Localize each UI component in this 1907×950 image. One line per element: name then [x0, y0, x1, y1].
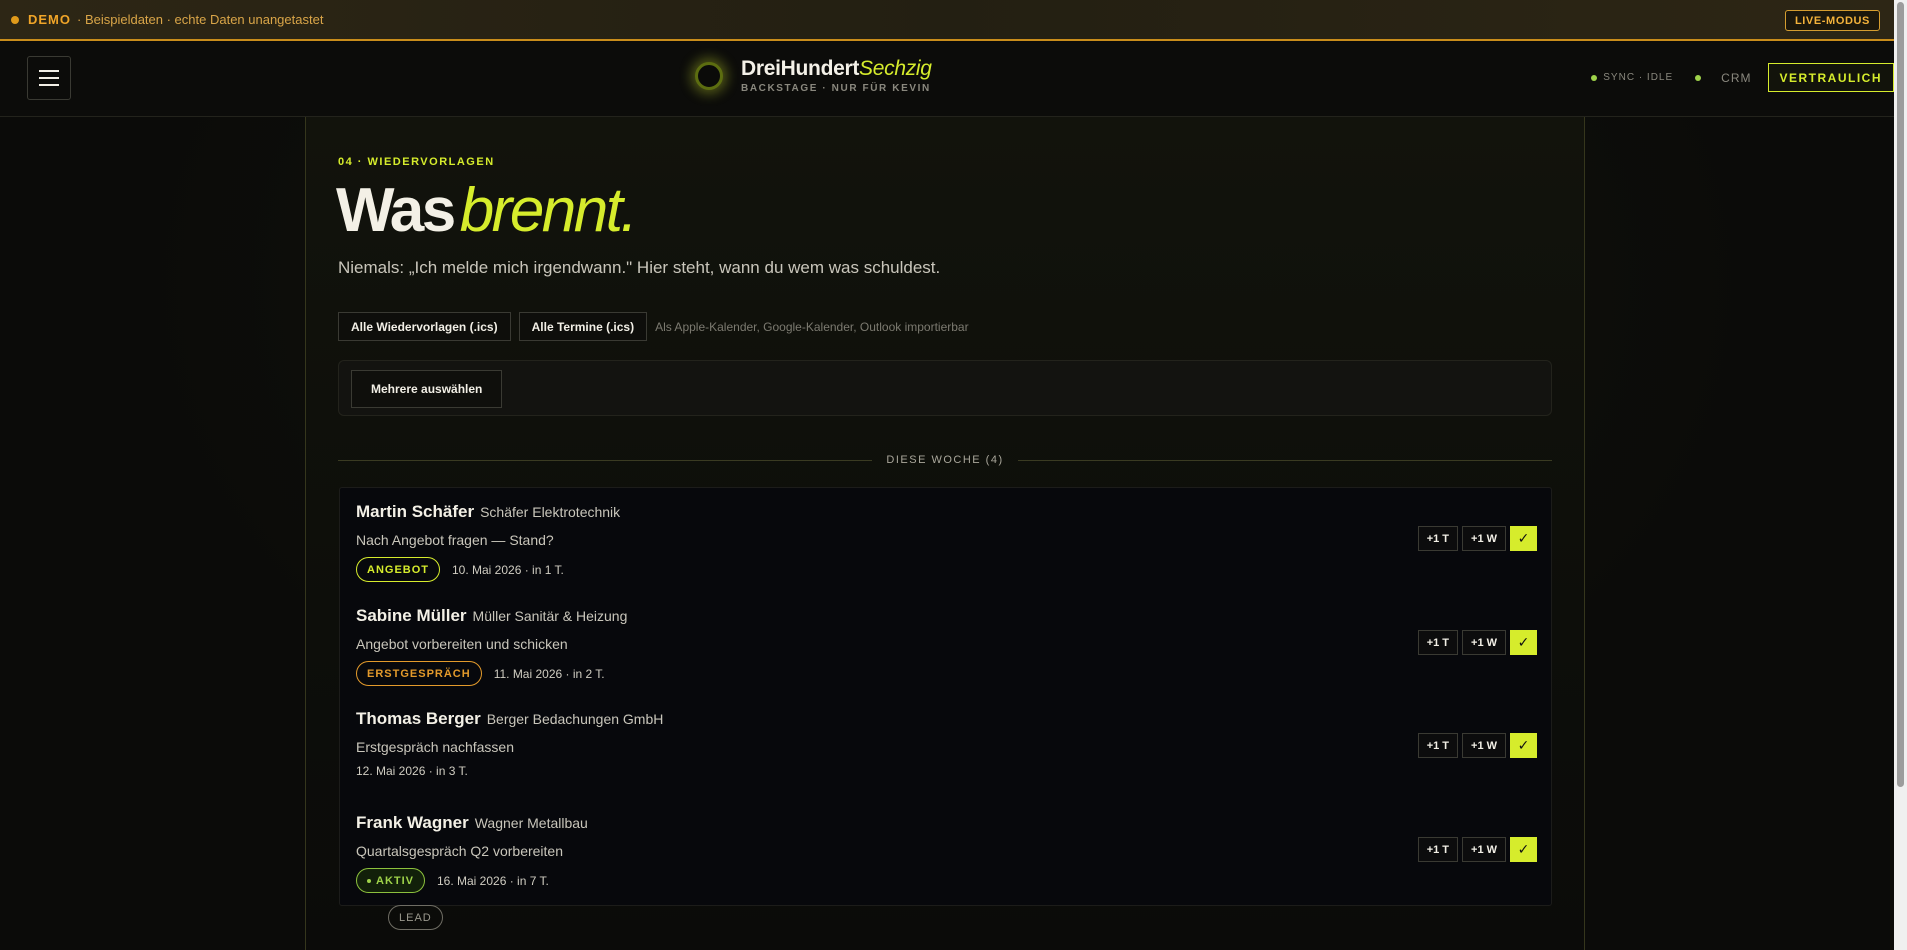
- item-header: Martin Schäfer Schäfer Elektrotechnik: [356, 502, 620, 522]
- menu-icon: [39, 84, 59, 86]
- status-badge: AKTIV: [356, 868, 425, 893]
- item-header: Sabine Müller Müller Sanitär & Heizung: [356, 606, 627, 626]
- list-item[interactable]: Thomas Berger Berger Bedachungen GmbH Er…: [340, 695, 1551, 930]
- check-icon: ✓: [1517, 530, 1530, 546]
- due-date: 11. Mai 2026 · in 2 T.: [493, 666, 605, 681]
- done-button[interactable]: ✓: [1510, 630, 1537, 655]
- crm-link[interactable]: CRM: [1695, 71, 1751, 85]
- due-date: 10. Mai 2026 · in 1 T.: [452, 562, 564, 577]
- list-item[interactable]: Frank Wagner Wagner Metallbau Quartalsge…: [340, 799, 1551, 903]
- due-date: 16. Mai 2026 · in 7 T.: [437, 873, 549, 888]
- select-multiple-button[interactable]: Mehrere auswählen: [351, 370, 503, 408]
- snooze-week-button[interactable]: +1 W: [1462, 733, 1506, 758]
- status-badge: ERSTGESPRÄCH: [356, 661, 482, 686]
- person-name[interactable]: Sabine Müller: [356, 606, 467, 626]
- task-text: Quartalsgespräch Q2 vorbereiten: [356, 843, 563, 859]
- title-main: Was: [336, 176, 456, 245]
- week-label: DIESE WOCHE (4): [886, 454, 1004, 466]
- title-accent: brennt.: [459, 176, 638, 245]
- list-item[interactable]: Martin Schäfer Schäfer Elektrotechnik Na…: [340, 488, 1551, 592]
- brand-name-accent: Sechzig: [859, 57, 932, 80]
- export-row: Alle Wiedervorlagen (.ics) Alle Termine …: [338, 312, 969, 341]
- crm-label: CRM: [1721, 70, 1752, 85]
- status-dot-icon: [1591, 74, 1598, 81]
- item-meta: LEAD 12. Mai 2026 · in 3 T.: [356, 764, 468, 930]
- item-header: Thomas Berger Berger Bedachungen GmbH: [356, 709, 663, 729]
- brand[interactable]: DreiHundertSechzig BACKSTAGE · NUR FÜR K…: [695, 57, 932, 94]
- page-title: Wasbrennt.: [336, 176, 638, 245]
- snooze-day-button[interactable]: +1 T: [1417, 733, 1459, 758]
- live-mode-button[interactable]: LIVE-MODUS: [1784, 10, 1880, 31]
- status-badge: LEAD: [388, 905, 443, 930]
- page-scrollbar[interactable]: [1894, 0, 1907, 950]
- selection-panel: Mehrere auswählen: [338, 360, 1552, 416]
- company-name: Müller Sanitär & Heizung: [472, 608, 628, 624]
- demo-dot-icon: [11, 15, 19, 24]
- page-lead: Niemals: „Ich melde mich irgendwann." Hi…: [338, 258, 941, 277]
- snooze-week-button[interactable]: +1 W: [1462, 526, 1506, 551]
- company-name: Berger Bedachungen GmbH: [486, 711, 664, 727]
- task-text: Angebot vorbereiten und schicken: [356, 636, 568, 652]
- status-dot-icon: [367, 878, 371, 883]
- snooze-day-button[interactable]: +1 T: [1417, 526, 1459, 551]
- item-actions: +1 T +1 W ✓: [1414, 526, 1537, 551]
- menu-icon: [39, 77, 59, 79]
- header-right: SYNC · IDLE CRM VERTRAULICH: [1591, 63, 1894, 92]
- item-meta: ERSTGESPRÄCH 11. Mai 2026 · in 2 T.: [356, 661, 605, 686]
- snooze-day-button[interactable]: +1 T: [1417, 630, 1459, 655]
- confidential-badge: VERTRAULICH: [1767, 63, 1894, 92]
- menu-button[interactable]: [27, 56, 71, 100]
- brand-name: DreiHundertSechzig: [741, 57, 932, 81]
- snooze-week-button[interactable]: +1 W: [1462, 630, 1506, 655]
- company-name: Wagner Metallbau: [474, 815, 588, 831]
- demo-label: DEMO: [28, 12, 71, 27]
- export-appointments-button[interactable]: Alle Termine (.ics): [518, 312, 648, 341]
- person-name[interactable]: Frank Wagner: [356, 813, 469, 833]
- sync-status: SYNC · IDLE: [1591, 72, 1673, 83]
- done-button[interactable]: ✓: [1510, 526, 1537, 551]
- done-button[interactable]: ✓: [1510, 733, 1537, 758]
- item-meta: ANGEBOT 10. Mai 2026 · in 1 T.: [356, 557, 564, 582]
- brand-name-main: DreiHundert: [741, 57, 860, 80]
- due-date: 12. Mai 2026 · in 3 T.: [356, 764, 468, 778]
- list-item[interactable]: Sabine Müller Müller Sanitär & Heizung A…: [340, 592, 1551, 696]
- company-name: Schäfer Elektrotechnik: [480, 504, 621, 520]
- check-icon: ✓: [1517, 634, 1530, 650]
- main-content: 04 · WIEDERVORLAGEN Wasbrennt. Niemals: …: [305, 117, 1585, 950]
- item-actions: +1 T +1 W ✓: [1414, 837, 1537, 862]
- task-text: Erstgespräch nachfassen: [356, 739, 514, 755]
- snooze-week-button[interactable]: +1 W: [1462, 837, 1506, 862]
- item-actions: +1 T +1 W ✓: [1414, 630, 1537, 655]
- check-icon: ✓: [1517, 737, 1530, 753]
- followup-list: Martin Schäfer Schäfer Elektrotechnik Na…: [339, 487, 1552, 930]
- snooze-day-button[interactable]: +1 T: [1417, 837, 1459, 862]
- status-badge-text: AKTIV: [376, 874, 414, 887]
- divider-line: [338, 459, 873, 461]
- demo-banner: DEMO · Beispieldaten · echte Daten unang…: [0, 0, 1894, 41]
- done-button[interactable]: ✓: [1510, 837, 1537, 862]
- menu-icon: [39, 70, 59, 72]
- export-followups-button[interactable]: Alle Wiedervorlagen (.ics): [338, 312, 511, 341]
- app-header: DreiHundertSechzig BACKSTAGE · NUR FÜR K…: [0, 43, 1894, 117]
- status-badge: ANGEBOT: [356, 557, 440, 582]
- sync-text: SYNC · IDLE: [1603, 72, 1674, 83]
- item-meta: AKTIV 16. Mai 2026 · in 7 T.: [356, 868, 549, 893]
- task-text: Nach Angebot fragen — Stand?: [356, 532, 554, 548]
- person-name[interactable]: Martin Schäfer: [356, 502, 474, 522]
- divider-line: [1017, 459, 1553, 461]
- demo-text: · Beispieldaten · echte Daten unangetast…: [77, 12, 324, 27]
- brand-logo-icon: [695, 61, 723, 90]
- person-name[interactable]: Thomas Berger: [356, 709, 481, 729]
- item-header: Frank Wagner Wagner Metallbau: [356, 813, 588, 833]
- check-icon: ✓: [1517, 841, 1530, 857]
- export-hint: Als Apple-Kalender, Google-Kalender, Out…: [655, 319, 969, 334]
- brand-subtitle: BACKSTAGE · NUR FÜR KEVIN: [741, 83, 931, 94]
- week-divider: DIESE WOCHE (4): [338, 454, 1553, 466]
- scrollbar-thumb[interactable]: [1897, 2, 1904, 787]
- status-dot-icon: [1695, 74, 1702, 81]
- section-kicker: 04 · WIEDERVORLAGEN: [338, 156, 495, 168]
- item-actions: +1 T +1 W ✓: [1414, 733, 1537, 758]
